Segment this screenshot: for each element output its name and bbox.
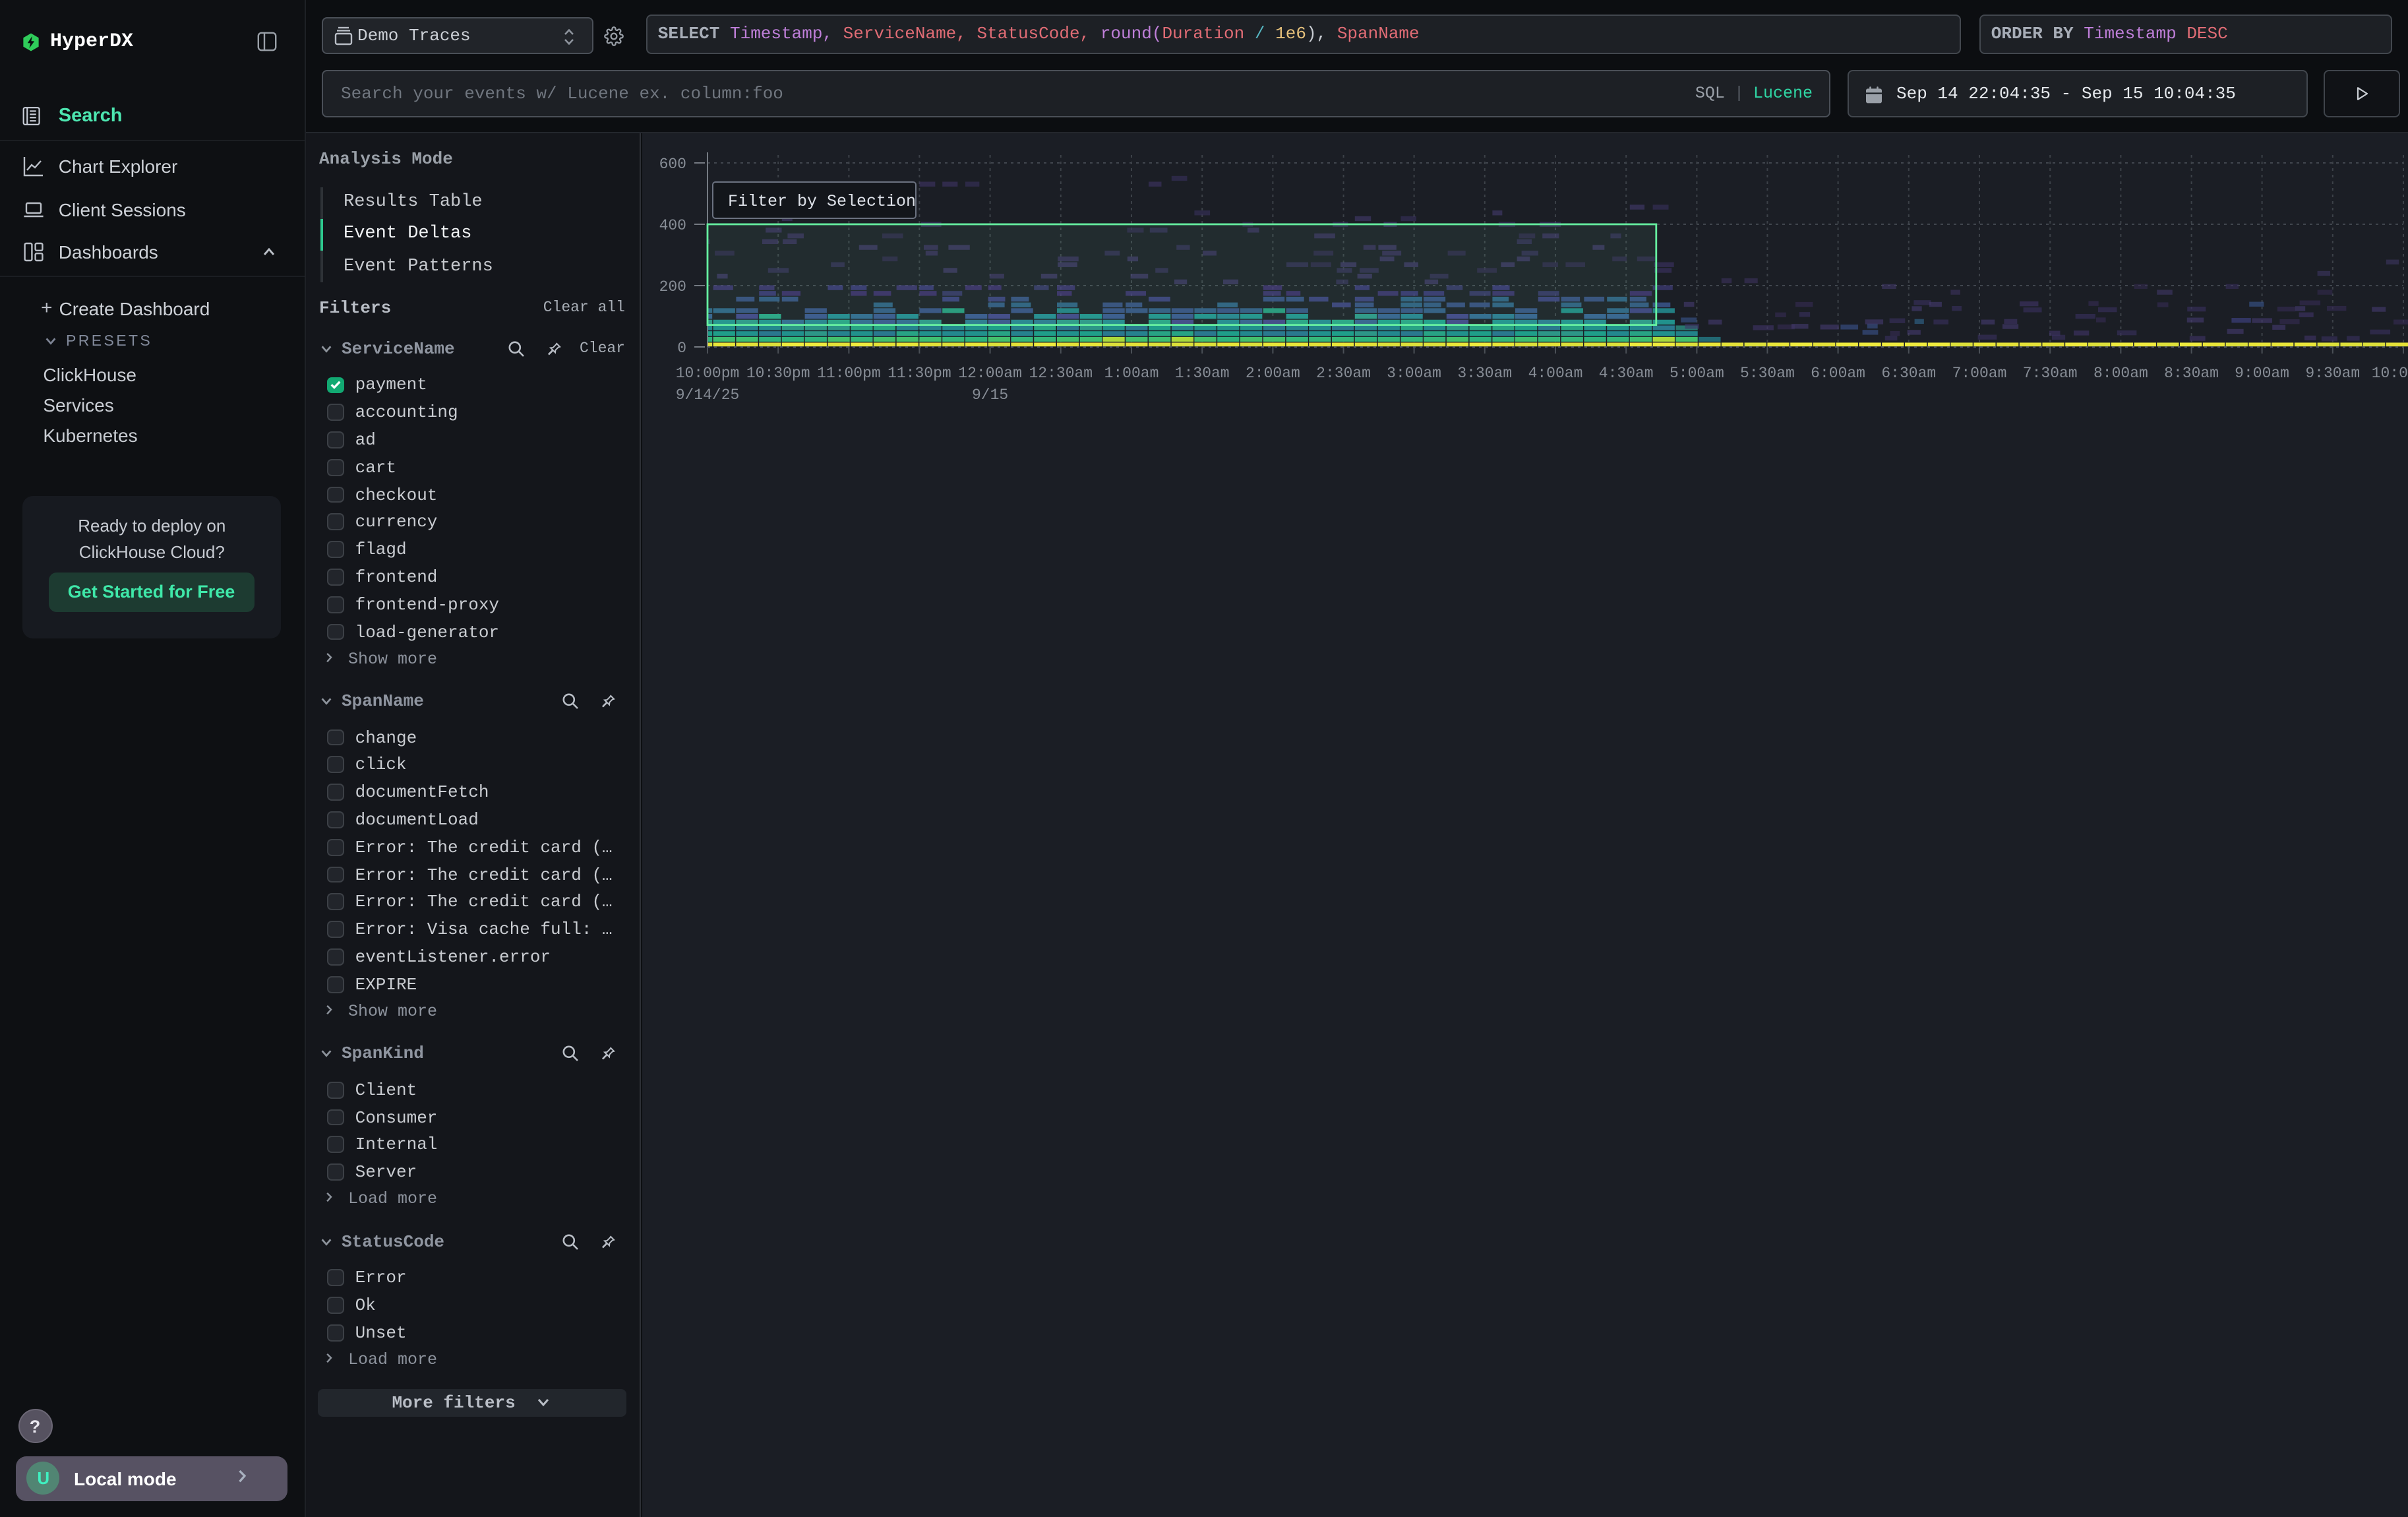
svg-text:8:30am: 8:30am	[2163, 364, 2218, 381]
svg-text:6:00am: 6:00am	[1810, 364, 1865, 381]
svg-text:8:00am: 8:00am	[2093, 364, 2148, 381]
svg-text:11:30pm: 11:30pm	[887, 364, 951, 381]
svg-text:400: 400	[659, 216, 686, 233]
svg-text:2:00am: 2:00am	[1245, 364, 1300, 381]
svg-text:11:00pm: 11:00pm	[816, 364, 880, 381]
svg-text:200: 200	[659, 278, 686, 295]
svg-text:4:00am: 4:00am	[1528, 364, 1582, 381]
svg-text:2:30am: 2:30am	[1315, 364, 1370, 381]
svg-text:9/14/25: 9/14/25	[675, 386, 739, 403]
svg-text:12:00am: 12:00am	[957, 364, 1021, 381]
svg-text:6:30am: 6:30am	[1881, 364, 1935, 381]
svg-text:9/15: 9/15	[971, 386, 1008, 403]
svg-text:3:00am: 3:00am	[1386, 364, 1441, 381]
svg-text:7:00am: 7:00am	[1952, 364, 2006, 381]
svg-text:9:30am: 9:30am	[2304, 364, 2359, 381]
svg-text:5:00am: 5:00am	[1669, 364, 1724, 381]
svg-text:7:30am: 7:30am	[2022, 364, 2077, 381]
svg-text:1:00am: 1:00am	[1104, 364, 1159, 381]
svg-text:600: 600	[659, 155, 686, 172]
svg-text:10:30pm: 10:30pm	[746, 364, 810, 381]
svg-text:4:30am: 4:30am	[1598, 364, 1653, 381]
svg-text:Filter by Selection: Filter by Selection	[727, 191, 915, 210]
svg-text:0: 0	[677, 339, 686, 356]
svg-text:5:30am: 5:30am	[1739, 364, 1794, 381]
svg-text:12:30am: 12:30am	[1028, 364, 1092, 381]
svg-text:1:30am: 1:30am	[1174, 364, 1229, 381]
svg-text:10:00pm: 10:00pm	[675, 364, 739, 381]
svg-text:10:00am: 10:00am	[2371, 364, 2408, 381]
svg-text:3:30am: 3:30am	[1457, 364, 1511, 381]
svg-text:9:00am: 9:00am	[2234, 364, 2289, 381]
